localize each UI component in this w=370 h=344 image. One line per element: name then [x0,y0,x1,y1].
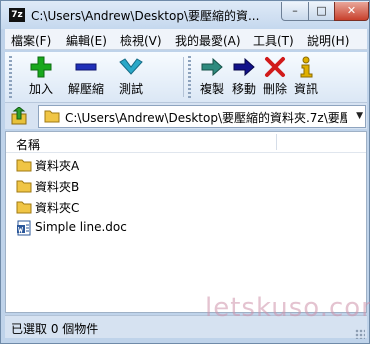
menu-view[interactable]: 檢視(V) [120,32,162,49]
maximize-button[interactable]: □ [308,2,335,21]
folder-icon [44,110,60,123]
list-item-name: 資料夾C [35,201,80,215]
resize-grip[interactable] [355,329,365,339]
list-item-name: Simple line.doc [35,220,127,234]
address-dropdown-icon[interactable]: ▼ [356,111,363,121]
delete-button-label: 刪除 [262,82,287,96]
menu-edit[interactable]: 編輯(E) [66,32,107,49]
menu-file[interactable]: 檔案(F) [11,32,51,49]
list-item-name: 資料夾A [35,159,80,173]
info-icon [300,56,313,78]
7zip-app-icon: 7z [9,8,25,22]
window-title: C:\Users\Andrew\Desktop\要壓縮的資... [31,9,260,23]
folder-icon [16,201,32,214]
column-name-header[interactable]: 名稱 [16,136,40,153]
copy-arrow-icon [201,57,223,77]
close-button[interactable]: ✕ [334,2,369,21]
move-button[interactable]: 移動 [227,56,261,97]
column-divider[interactable] [276,134,277,150]
minimize-button[interactable]: – [281,2,309,21]
column-header[interactable]: 名稱 [6,132,366,153]
menu-favorites[interactable]: 我的最愛(A) [175,32,241,49]
word-document-icon [17,220,31,236]
delete-button[interactable]: 刪除 [258,56,292,97]
menu-tools[interactable]: 工具(T) [253,32,294,49]
file-list[interactable]: 名稱 資料夾A 資料夾B 資料夾C Simple line.doc [5,131,367,313]
menu-help[interactable]: 說明(H) [307,32,349,49]
up-folder-icon [11,106,27,125]
test-button-label: 測試 [118,82,143,96]
add-button[interactable]: 加入 [23,56,59,97]
extract-button-label: 解壓縮 [67,82,104,96]
minus-icon [75,63,97,71]
folder-icon [16,159,32,172]
check-icon [119,58,143,75]
status-text: 已選取 0 個物件 [11,322,99,336]
menu-bar: 檔案(F) 編輯(E) 檢視(V) 我的最愛(A) 工具(T) 說明(H) [5,29,367,50]
address-bar: C:\Users\Andrew\Desktop\要壓縮的資料夾.7z\要壓 ▼ [5,103,367,129]
up-folder-button[interactable] [11,106,29,125]
toolbar-grip-2[interactable] [188,56,191,98]
delete-x-icon [265,57,285,77]
toolbar: 加入 解壓縮 測試 複製 移動 刪除 資訊 [5,52,367,103]
title-bar[interactable]: 7z C:\Users\Andrew\Desktop\要壓縮的資... – □ … [1,1,369,29]
copy-button-label: 複製 [199,82,224,96]
toolbar-separator [183,57,184,97]
address-path: C:\Users\Andrew\Desktop\要壓縮的資料夾.7z\要壓 [65,111,347,125]
info-button[interactable]: 資訊 [289,56,323,97]
list-item-name: 資料夾B [35,180,80,194]
app-window: 7z C:\Users\Andrew\Desktop\要壓縮的資... – □ … [0,0,370,344]
extract-button[interactable]: 解壓縮 [63,56,109,97]
info-button-label: 資訊 [293,82,318,96]
move-button-label: 移動 [231,82,256,96]
test-button[interactable]: 測試 [111,56,151,97]
watermark: letskuso.com [205,293,370,323]
toolbar-grip[interactable] [9,56,12,98]
add-button-label: 加入 [28,82,53,96]
copy-button[interactable]: 複製 [195,56,229,97]
plus-icon [30,56,52,78]
address-field[interactable]: C:\Users\Andrew\Desktop\要壓縮的資料夾.7z\要壓 ▼ [38,105,366,128]
folder-icon [16,180,32,193]
move-arrow-icon [233,57,255,77]
